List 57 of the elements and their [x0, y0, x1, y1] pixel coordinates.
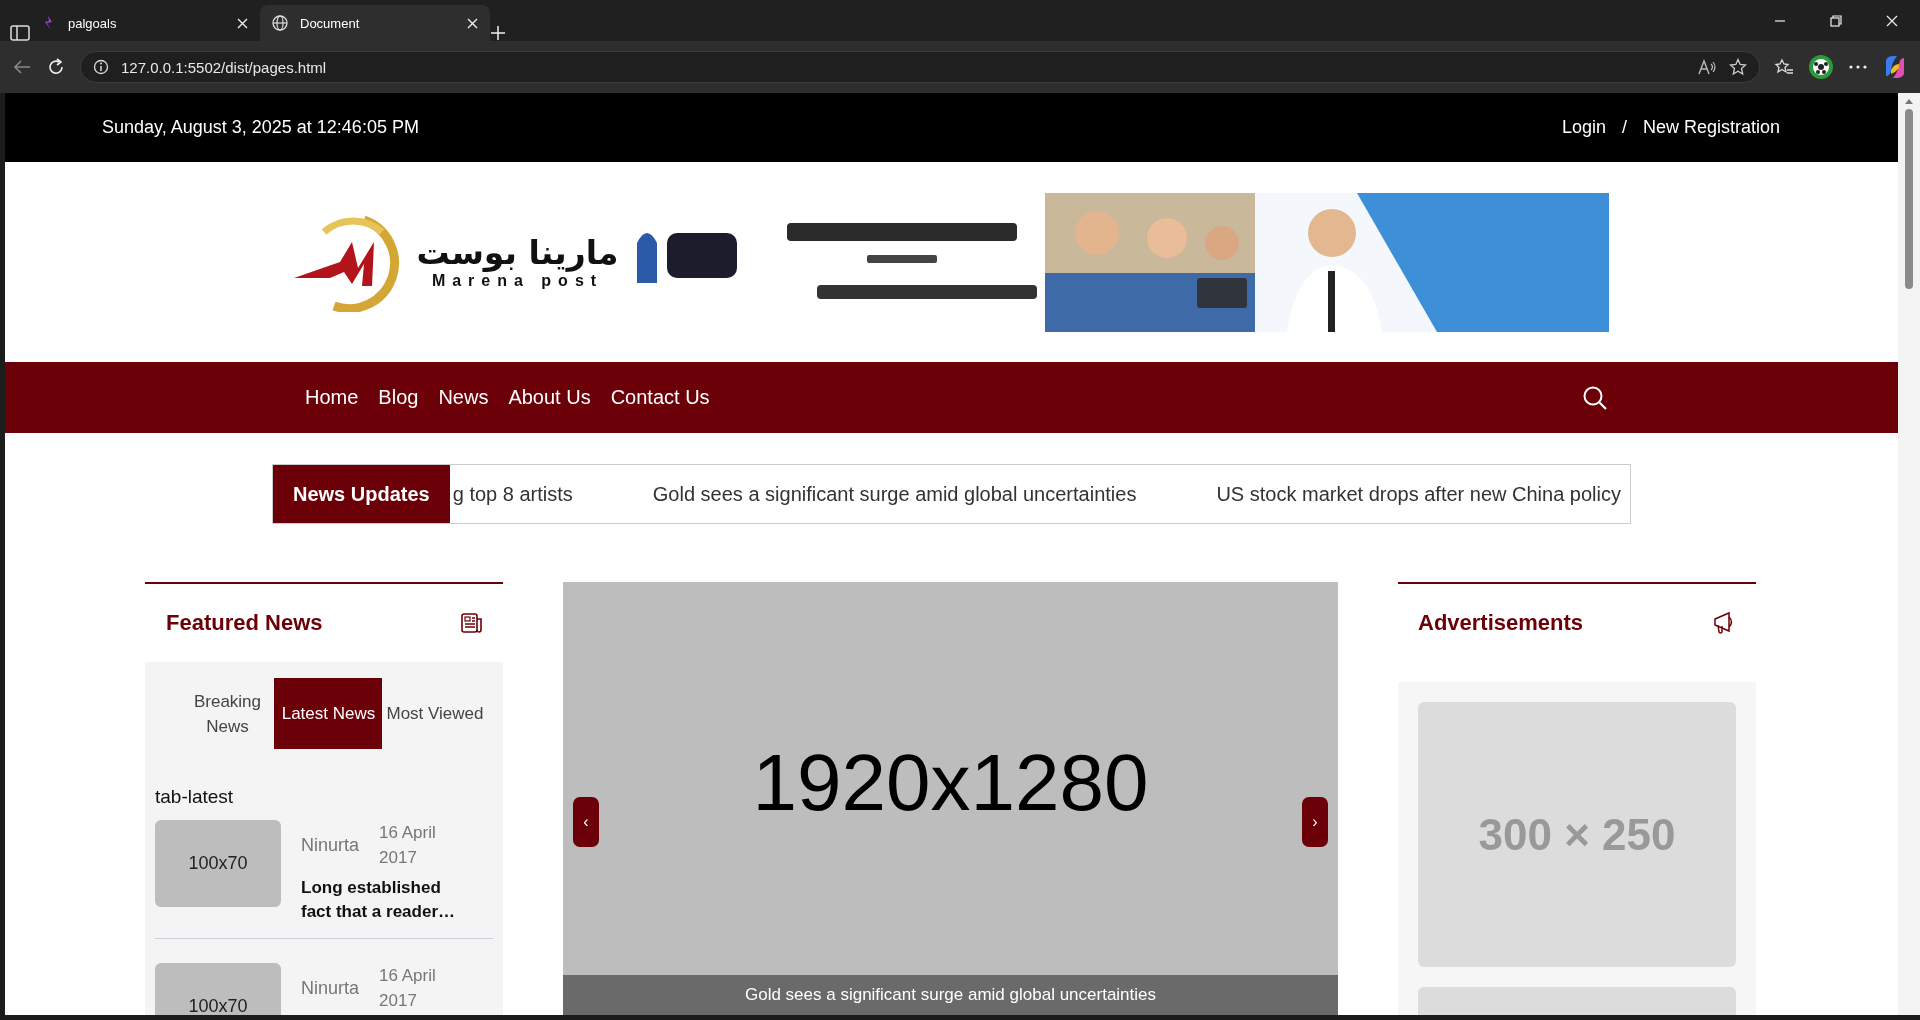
more-icon[interactable]: [1848, 64, 1868, 70]
sidebar-icon[interactable]: [10, 25, 30, 41]
nav-link[interactable]: Home: [305, 386, 359, 409]
tab-title: Document: [300, 15, 360, 31]
ticker-headline[interactable]: Gold sees a significant surge amid global uncertainties: [652, 482, 1137, 506]
post-title[interactable]: Long established fact that a reader…: [301, 876, 471, 924]
browser-tab[interactable]: palgoals: [30, 5, 260, 41]
author-name: Ninurta: [301, 834, 360, 856]
thumbnail[interactable]: 100x70: [155, 820, 281, 907]
post-date: 16 April 2017: [379, 822, 437, 869]
address-bar[interactable]: 127.0.0.1:5502/dist/pages.html: [80, 51, 1760, 83]
slide-caption: Gold sees a significant surge amid global uncertainties: [563, 975, 1338, 1015]
star-icon[interactable]: [1729, 58, 1747, 76]
reload-icon[interactable]: [46, 57, 66, 77]
auth-link[interactable]: New Registration: [1642, 117, 1780, 138]
post-date: 16 April 2017: [379, 965, 437, 1012]
restore-icon[interactable]: [1830, 14, 1842, 27]
date-time: Sunday, August 3, 2025 at 12:46:05 PM: [102, 117, 419, 138]
pane-label: tab-latest: [155, 786, 235, 808]
info-icon: [93, 59, 109, 75]
thumbnail[interactable]: 100x70: [155, 963, 281, 1015]
tab[interactable]: Latest News: [274, 678, 383, 749]
url-text: 127.0.0.1:5502/dist/pages.html: [121, 58, 328, 76]
browser-tab[interactable]: Document: [260, 5, 490, 41]
image-placeholder-text: 1920x1280: [752, 736, 1149, 829]
close-icon[interactable]: [237, 17, 248, 29]
favorites-icon[interactable]: [1774, 58, 1794, 76]
tab[interactable]: Breaking News: [184, 688, 271, 739]
scrollbar[interactable]: [1898, 93, 1920, 1015]
ticker-headline[interactable]: US stock market drops after new China policy: [1216, 482, 1621, 506]
nav-link[interactable]: News: [438, 386, 489, 409]
logo-latin-text: Marena post: [431, 271, 604, 290]
scroll-up-icon[interactable]: [1904, 97, 1914, 105]
tab-title: palgoals: [68, 15, 117, 31]
ticker-label: News Updates: [273, 465, 450, 523]
new-tab-icon[interactable]: [490, 25, 506, 41]
profile-icon[interactable]: [1808, 54, 1834, 80]
nav-link[interactable]: About Us: [508, 386, 591, 409]
close-icon[interactable]: [1886, 14, 1898, 27]
back-icon[interactable]: [12, 59, 32, 75]
section-title: Featured News: [166, 610, 323, 636]
separator: /: [1621, 117, 1627, 138]
author-name: Ninurta: [301, 977, 360, 999]
scrollbar-thumb[interactable]: [1905, 109, 1913, 289]
nav-link[interactable]: Blog: [378, 386, 419, 409]
ticker-headline[interactable]: g top 8 artists: [452, 482, 573, 506]
section-title: Advertisements: [1418, 610, 1584, 636]
close-icon[interactable]: [467, 17, 478, 29]
search-icon[interactable]: [1582, 384, 1608, 411]
prev-slide-button[interactable]: ‹: [573, 797, 599, 847]
tab[interactable]: Most Viewed: [386, 703, 484, 724]
auth-link[interactable]: Login: [1561, 117, 1606, 138]
globe-icon: [272, 15, 288, 31]
read-aloud-icon[interactable]: [1697, 58, 1717, 76]
nav-link[interactable]: Contact Us: [610, 386, 710, 409]
newspaper-icon: [461, 613, 483, 633]
next-slide-button[interactable]: ›: [1302, 797, 1328, 847]
